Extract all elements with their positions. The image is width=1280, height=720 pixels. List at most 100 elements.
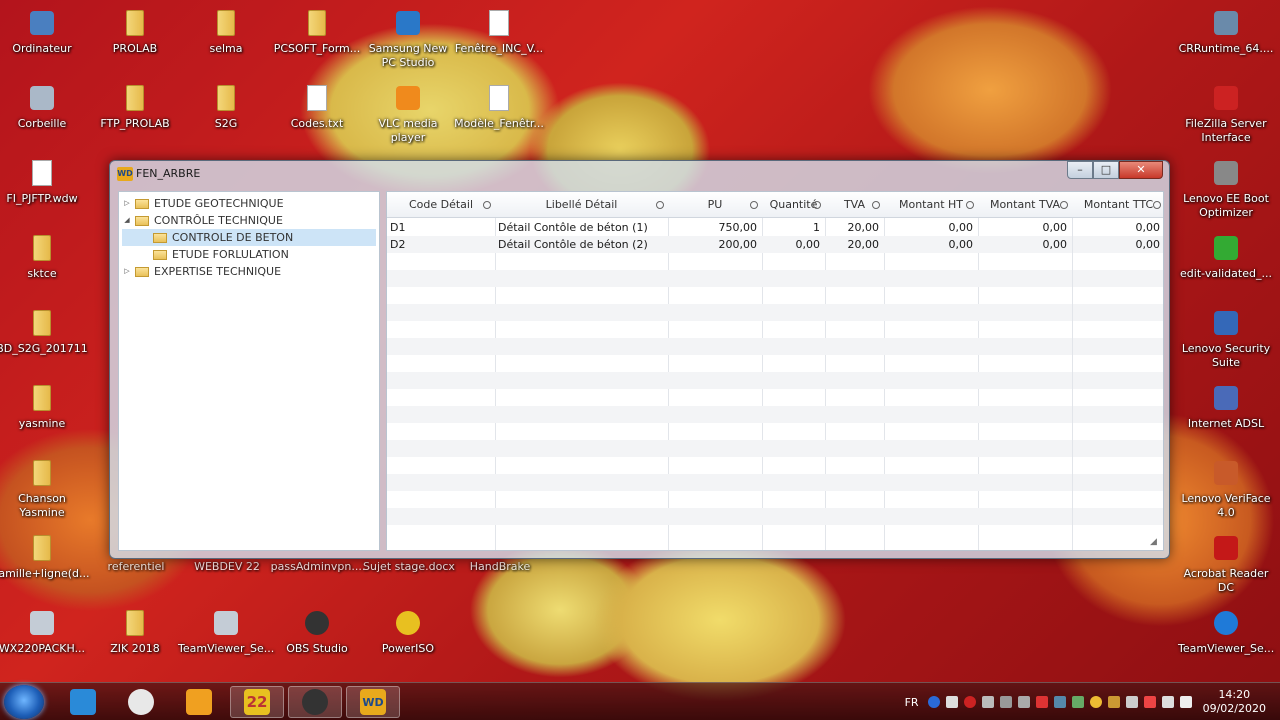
- table-cell[interactable]: 0,00: [887, 236, 974, 253]
- arrow-tray-icon[interactable]: [1035, 696, 1048, 708]
- tree-item[interactable]: ◢ CONTRÔLE TECHNIQUE: [122, 212, 376, 229]
- table-cell[interactable]: 20,00: [828, 236, 880, 253]
- expander-icon[interactable]: ◢: [122, 212, 132, 229]
- column-header[interactable]: Libellé Détail: [495, 192, 668, 218]
- desktop-icon[interactable]: FI_PJFTP.wdw: [0, 158, 90, 206]
- expander-icon[interactable]: ▷: [122, 195, 132, 212]
- table-row[interactable]: [387, 440, 1163, 457]
- detail-table[interactable]: Code Détail Libellé Détail PU Quantité TVA Mo…: [386, 191, 1164, 551]
- table-cell[interactable]: Détail Contôle de béton (2): [498, 236, 663, 253]
- desktop-icon[interactable]: WX220PACKH...: [0, 608, 90, 656]
- desktop-icon[interactable]: ZIK 2018: [87, 608, 183, 656]
- desktop-icon[interactable]: PROLAB: [87, 8, 183, 56]
- table-row[interactable]: [387, 253, 1163, 270]
- ie-icon[interactable]: [56, 686, 110, 718]
- column-header[interactable]: Montant TVA: [978, 192, 1072, 218]
- desktop-icon[interactable]: Lenovo Security Suite: [1178, 308, 1274, 370]
- search-icon[interactable]: [872, 201, 880, 209]
- desktop-icon[interactable]: TeamViewer_Se...: [1178, 608, 1274, 656]
- star-tray-icon[interactable]: [1089, 696, 1102, 708]
- clock[interactable]: 14:20 09/02/2020: [1203, 688, 1266, 716]
- desktop-icon[interactable]: passAdminvpn....: [270, 560, 366, 574]
- table-row[interactable]: [387, 321, 1163, 338]
- table-cell[interactable]: Détail Contôle de béton (1): [498, 219, 663, 236]
- column-header[interactable]: Montant HT: [884, 192, 978, 218]
- desktop-icon[interactable]: referentiel: [88, 560, 184, 574]
- obs-icon[interactable]: [288, 686, 342, 718]
- table-row[interactable]: [387, 406, 1163, 423]
- table-cell[interactable]: D1: [390, 219, 490, 236]
- search-icon[interactable]: [1060, 201, 1068, 209]
- window-titlebar[interactable]: WD FEN_ARBRE – □ ✕: [110, 161, 1169, 187]
- help-icon[interactable]: [927, 696, 940, 708]
- search-icon[interactable]: [483, 201, 491, 209]
- table-row[interactable]: [387, 270, 1163, 287]
- desktop-icon[interactable]: Sujet stage.docx: [361, 560, 457, 574]
- sync-icon[interactable]: [945, 696, 958, 708]
- table-row[interactable]: D2 Détail Contôle de béton (2) 200,00 0,00 2…: [387, 236, 1163, 253]
- desktop-icon[interactable]: FTP_PROLAB: [87, 83, 183, 131]
- desktop-icon[interactable]: Corbeille: [0, 83, 90, 131]
- table-cell[interactable]: 0,00: [981, 219, 1068, 236]
- windev-22-icon[interactable]: 22: [230, 686, 284, 718]
- column-header[interactable]: Montant TTC: [1072, 192, 1165, 218]
- desktop-icon[interactable]: OBS Studio: [269, 608, 365, 656]
- antivirus-tray-icon[interactable]: [1143, 696, 1156, 708]
- table-row[interactable]: [387, 389, 1163, 406]
- table-cell[interactable]: 0,00: [981, 236, 1068, 253]
- column-header[interactable]: Code Détail: [387, 192, 495, 218]
- desktop-icon[interactable]: Lenovo VeriFace 4.0: [1178, 458, 1274, 520]
- desktop-icon[interactable]: yasmine: [0, 383, 90, 431]
- treeview[interactable]: ▷ ETUDE GEOTECHNIQUE ◢ CONTRÔLE TECHNIQUE CO…: [118, 191, 380, 551]
- desktop-icon[interactable]: PCSOFT_Form...: [269, 8, 365, 56]
- table-row[interactable]: [387, 508, 1163, 525]
- desktop-icon[interactable]: S2G: [178, 83, 274, 131]
- desktop-icon[interactable]: CRRuntime_64....: [1178, 8, 1274, 56]
- table-cell[interactable]: 0,00: [1075, 236, 1161, 253]
- desktop-icon[interactable]: selma: [178, 8, 274, 56]
- settings-tray-icon[interactable]: [1125, 696, 1138, 708]
- desktop-icon[interactable]: BD_S2G_201711: [0, 308, 90, 356]
- device-tray-icon[interactable]: [1017, 696, 1030, 708]
- table-row[interactable]: [387, 474, 1163, 491]
- table-row[interactable]: [387, 372, 1163, 389]
- table-row[interactable]: [387, 525, 1163, 542]
- desktop-icon[interactable]: Codes.txt: [269, 83, 365, 131]
- desktop-icon[interactable]: Ordinateur: [0, 8, 90, 56]
- table-row[interactable]: [387, 287, 1163, 304]
- desktop-icon[interactable]: Samsung New PC Studio: [360, 8, 456, 70]
- table-row[interactable]: [387, 338, 1163, 355]
- table-cell[interactable]: 20,00: [828, 219, 880, 236]
- table-cell[interactable]: 0,00: [1075, 219, 1161, 236]
- desktop-icon[interactable]: WEBDEV 22: [179, 560, 275, 574]
- table-cell[interactable]: 750,00: [671, 219, 758, 236]
- maximize-button[interactable]: □: [1093, 161, 1119, 179]
- expander-icon[interactable]: ▷: [122, 263, 132, 280]
- close-button[interactable]: ✕: [1119, 161, 1163, 179]
- column-header[interactable]: PU: [668, 192, 762, 218]
- table-cell[interactable]: 0,00: [765, 236, 821, 253]
- table-row[interactable]: [387, 457, 1163, 474]
- table-cell[interactable]: 0,00: [887, 219, 974, 236]
- tree-item[interactable]: ETUDE FORLULATION: [122, 246, 376, 263]
- desktop-icon[interactable]: sktce: [0, 233, 90, 281]
- search-icon[interactable]: [1153, 201, 1161, 209]
- battery-tray-icon[interactable]: [1071, 696, 1084, 708]
- search-icon[interactable]: [656, 201, 664, 209]
- table-row[interactable]: [387, 304, 1163, 321]
- desktop-icon[interactable]: PowerISO: [360, 608, 456, 656]
- monitor-tray-icon[interactable]: [999, 696, 1012, 708]
- tree-item[interactable]: ▷ EXPERTISE TECHNIQUE: [122, 263, 376, 280]
- desktop-icon[interactable]: Fenêtre_INC_V...: [451, 8, 547, 56]
- desktop-icon[interactable]: Chanson Yasmine: [0, 458, 90, 520]
- desktop-icon[interactable]: HandBrake: [452, 560, 548, 574]
- search-icon[interactable]: [750, 201, 758, 209]
- desktop-icon[interactable]: famille+ligne(d...: [0, 533, 90, 581]
- desktop-icon[interactable]: Acrobat Reader DC: [1178, 533, 1274, 595]
- language-indicator[interactable]: FR: [905, 696, 919, 709]
- volume-icon[interactable]: [1179, 696, 1192, 708]
- search-icon[interactable]: [813, 201, 821, 209]
- desktop-icon[interactable]: TeamViewer_Se...: [178, 608, 274, 656]
- table-row[interactable]: [387, 355, 1163, 372]
- shield-tray-icon[interactable]: [1107, 696, 1120, 708]
